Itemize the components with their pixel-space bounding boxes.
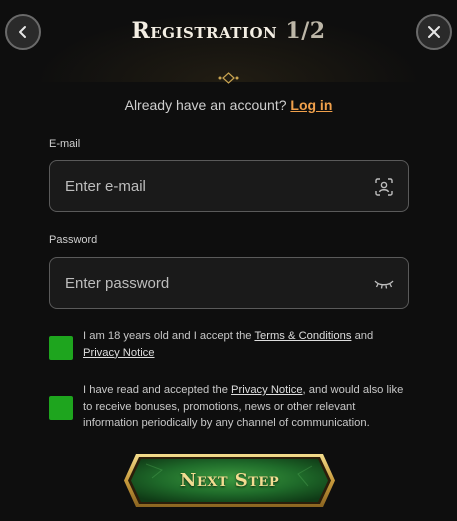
- marketing-text-before: I have read and accepted the: [83, 384, 228, 396]
- marketing-checkbox[interactable]: [49, 396, 73, 420]
- next-step-button[interactable]: Next Step: [122, 452, 337, 509]
- terms-text-before: I am 18 years old and I accept the: [83, 330, 252, 342]
- password-field-container: [49, 257, 409, 309]
- login-prompt-text: Already have an account?: [124, 97, 287, 113]
- eye-closed-icon[interactable]: [374, 274, 394, 294]
- ornament-divider: [80, 72, 377, 84]
- password-field[interactable]: [50, 258, 408, 308]
- step-indicator: 1/2: [285, 18, 326, 44]
- login-link[interactable]: Log in: [290, 97, 332, 113]
- email-field[interactable]: [50, 161, 408, 211]
- terms-link[interactable]: Terms & Conditions: [254, 330, 351, 342]
- marketing-privacy-link[interactable]: Privacy Notice: [231, 384, 303, 396]
- consent-marketing-row: I have read and accepted the Privacy Not…: [49, 382, 409, 434]
- email-field-container: [49, 160, 409, 212]
- email-label: E-mail: [49, 138, 81, 150]
- consent-terms-row: I am 18 years old and I accept the Terms…: [49, 328, 409, 364]
- face-scan-icon[interactable]: [374, 177, 394, 197]
- title-text: Registration: [131, 18, 278, 44]
- next-step-label: Next Step: [179, 470, 280, 491]
- login-prompt: Already have an account? Log in: [0, 97, 457, 113]
- password-label: Password: [49, 234, 98, 246]
- terms-text-mid: and: [354, 330, 374, 342]
- close-button[interactable]: [416, 14, 452, 50]
- consent-terms-text: I am 18 years old and I accept the Terms…: [83, 328, 409, 361]
- close-icon: [428, 26, 440, 38]
- consent-marketing-text: I have read and accepted the Privacy Not…: [83, 382, 409, 432]
- privacy-link[interactable]: Privacy Notice: [83, 347, 155, 359]
- header: Registration 1/2: [0, 0, 457, 84]
- page-title: Registration 1/2: [0, 18, 457, 44]
- terms-checkbox[interactable]: [49, 336, 73, 360]
